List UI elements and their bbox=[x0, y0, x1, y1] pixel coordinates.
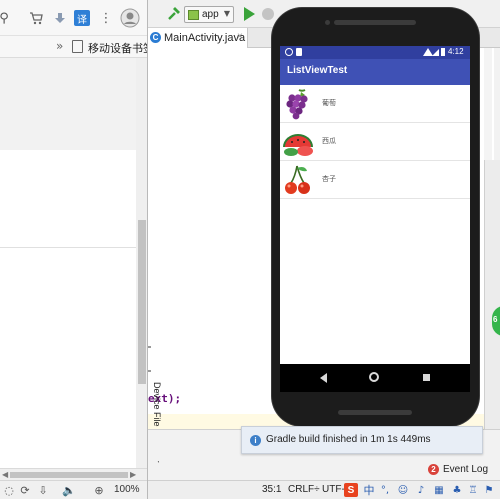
browser-content-block bbox=[0, 150, 136, 248]
grape-icon bbox=[286, 89, 308, 120]
scrollbar-thumb[interactable] bbox=[138, 220, 146, 384]
scroll-right-icon[interactable]: ▶ bbox=[130, 470, 136, 479]
signal-icon bbox=[432, 49, 439, 56]
list-item[interactable]: 西瓜 bbox=[280, 123, 470, 161]
apricot-icon bbox=[285, 165, 310, 194]
zoom-level[interactable]: 100% bbox=[114, 484, 140, 495]
app-title: ListViewTest bbox=[287, 65, 348, 76]
browser-window: ⚲ 译 ⋮ » 移动设备书签 ◀ ▶ ◌ ⟳ ⇩ 🔈 ⊕ 100% bbox=[0, 0, 148, 499]
run-configuration-label: app bbox=[202, 9, 219, 20]
mobile-bookmarks-link[interactable]: 移动设备书签 bbox=[88, 40, 147, 56]
run-configuration-select[interactable]: app ▼ bbox=[184, 6, 234, 23]
shirt-icon[interactable]: ♖ bbox=[466, 483, 480, 497]
event-log-label: Event Log bbox=[443, 464, 489, 475]
watermelon-icon bbox=[283, 134, 313, 156]
device-file-explorer-tab[interactable]: Device File Explorer bbox=[150, 382, 162, 463]
fruit-list[interactable]: 葡萄 西瓜 杏子 bbox=[280, 85, 470, 199]
bookmark-bar: » 移动设备书签 bbox=[0, 36, 147, 58]
punctuation-icon[interactable]: °, bbox=[378, 483, 392, 497]
download-icon[interactable] bbox=[52, 10, 68, 26]
toolbox-icon[interactable]: ⚑ bbox=[482, 483, 496, 497]
browser-content-body bbox=[0, 248, 136, 468]
ime-mode-toggle[interactable]: 中 bbox=[362, 483, 376, 497]
recent-apps-icon[interactable] bbox=[423, 374, 430, 381]
run-icon[interactable] bbox=[244, 7, 255, 21]
scroll-left-icon[interactable]: ◀ bbox=[2, 470, 8, 479]
side-tab-label: Device File Explorer bbox=[152, 382, 162, 463]
front-camera bbox=[325, 20, 330, 25]
build-notification[interactable]: i Gradle build finished in 1m 1s 449ms bbox=[241, 426, 483, 454]
speaker-icon[interactable]: 🔈 bbox=[62, 483, 76, 497]
build-notification-text: Gradle build finished in 1m 1s 449ms bbox=[266, 434, 431, 445]
scrollbar-thumb[interactable] bbox=[10, 472, 128, 478]
hammer-icon[interactable] bbox=[166, 6, 182, 22]
java-class-icon: C bbox=[150, 32, 161, 43]
emulator-screen[interactable]: 4:12 ListViewTest 葡萄 西瓜 杏子 bbox=[280, 46, 470, 392]
translate-icon[interactable]: 译 bbox=[74, 10, 90, 26]
tab-label: MainActivity.java bbox=[164, 32, 246, 44]
ide-status-bar: 35:1 CRLF÷ UTF-8 S 中 °, ☺ ♪ ▦ ♣ ♖ ⚑ bbox=[148, 480, 500, 499]
fold-marker bbox=[148, 370, 151, 372]
sogou-ime-icon[interactable]: S bbox=[344, 483, 358, 497]
home-icon[interactable] bbox=[369, 372, 379, 382]
search-icon[interactable]: ⚲ bbox=[0, 10, 12, 26]
list-item-label: 葡萄 bbox=[322, 99, 336, 107]
line-separator[interactable]: CRLF÷ bbox=[288, 484, 320, 495]
app-bar: ListViewTest bbox=[280, 59, 470, 85]
event-count-badge: 2 bbox=[428, 464, 439, 475]
caret-position[interactable]: 35:1 bbox=[262, 484, 281, 495]
back-icon[interactable] bbox=[320, 373, 327, 383]
fold-marker bbox=[148, 346, 151, 348]
browser-horizontal-scrollbar[interactable]: ◀ ▶ bbox=[0, 468, 147, 480]
ime-toolbar: S 中 °, ☺ ♪ ▦ ♣ ♖ ⚑ bbox=[344, 482, 500, 499]
emulator-device: 4:12 ListViewTest 葡萄 西瓜 杏子 bbox=[272, 8, 479, 426]
list-item-label: 杏子 bbox=[322, 175, 336, 183]
shield-icon[interactable]: ◌ bbox=[2, 483, 16, 497]
list-item[interactable]: 杏子 bbox=[280, 161, 470, 199]
cart-icon[interactable] bbox=[28, 10, 44, 26]
bookmark-overflow-button[interactable]: » bbox=[56, 39, 63, 53]
more-menu-icon[interactable]: ⋮ bbox=[98, 10, 114, 26]
status-time: 4:12 bbox=[448, 47, 464, 56]
earpiece-speaker bbox=[334, 20, 416, 25]
sd-card-icon bbox=[296, 48, 302, 56]
android-module-icon bbox=[188, 10, 199, 20]
user-avatar-icon[interactable] bbox=[120, 8, 140, 28]
zoom-icon[interactable]: ⊕ bbox=[92, 483, 106, 497]
close-icon[interactable]: × bbox=[237, 31, 243, 42]
browser-toolbar: ⚲ 译 ⋮ bbox=[0, 0, 147, 36]
battery-icon bbox=[441, 48, 445, 56]
refresh-icon[interactable]: ⟳ bbox=[18, 483, 32, 497]
android-nav-bar bbox=[280, 364, 470, 392]
voice-icon[interactable]: ♪ bbox=[414, 483, 428, 497]
info-icon: i bbox=[250, 435, 261, 446]
skin-icon[interactable]: ♣ bbox=[450, 483, 464, 497]
event-log-button[interactable]: 2 Event Log bbox=[428, 462, 494, 478]
bottom-speaker bbox=[338, 410, 412, 415]
browser-content-header bbox=[0, 58, 136, 150]
debug-icon[interactable] bbox=[262, 8, 274, 20]
android-status-bar: 4:12 bbox=[280, 46, 470, 59]
tab-main-activity[interactable]: C MainActivity.java × bbox=[148, 28, 248, 48]
browser-status-bar: ◌ ⟳ ⇩ 🔈 ⊕ 100% bbox=[0, 480, 147, 499]
browser-vertical-scrollbar[interactable] bbox=[136, 58, 147, 468]
right-tool-strip bbox=[484, 160, 500, 430]
list-item-label: 西瓜 bbox=[322, 137, 336, 145]
list-item[interactable]: 葡萄 bbox=[280, 85, 470, 123]
floating-badge-label: 6 bbox=[493, 315, 498, 324]
mobile-bookmarks-icon[interactable] bbox=[72, 40, 83, 53]
download-icon[interactable]: ⇩ bbox=[36, 483, 50, 497]
keyboard-icon[interactable]: ▦ bbox=[432, 483, 446, 497]
chevron-down-icon: ▼ bbox=[223, 9, 230, 18]
settings-notification-icon bbox=[285, 48, 293, 56]
emoji-icon[interactable]: ☺ bbox=[396, 483, 410, 497]
